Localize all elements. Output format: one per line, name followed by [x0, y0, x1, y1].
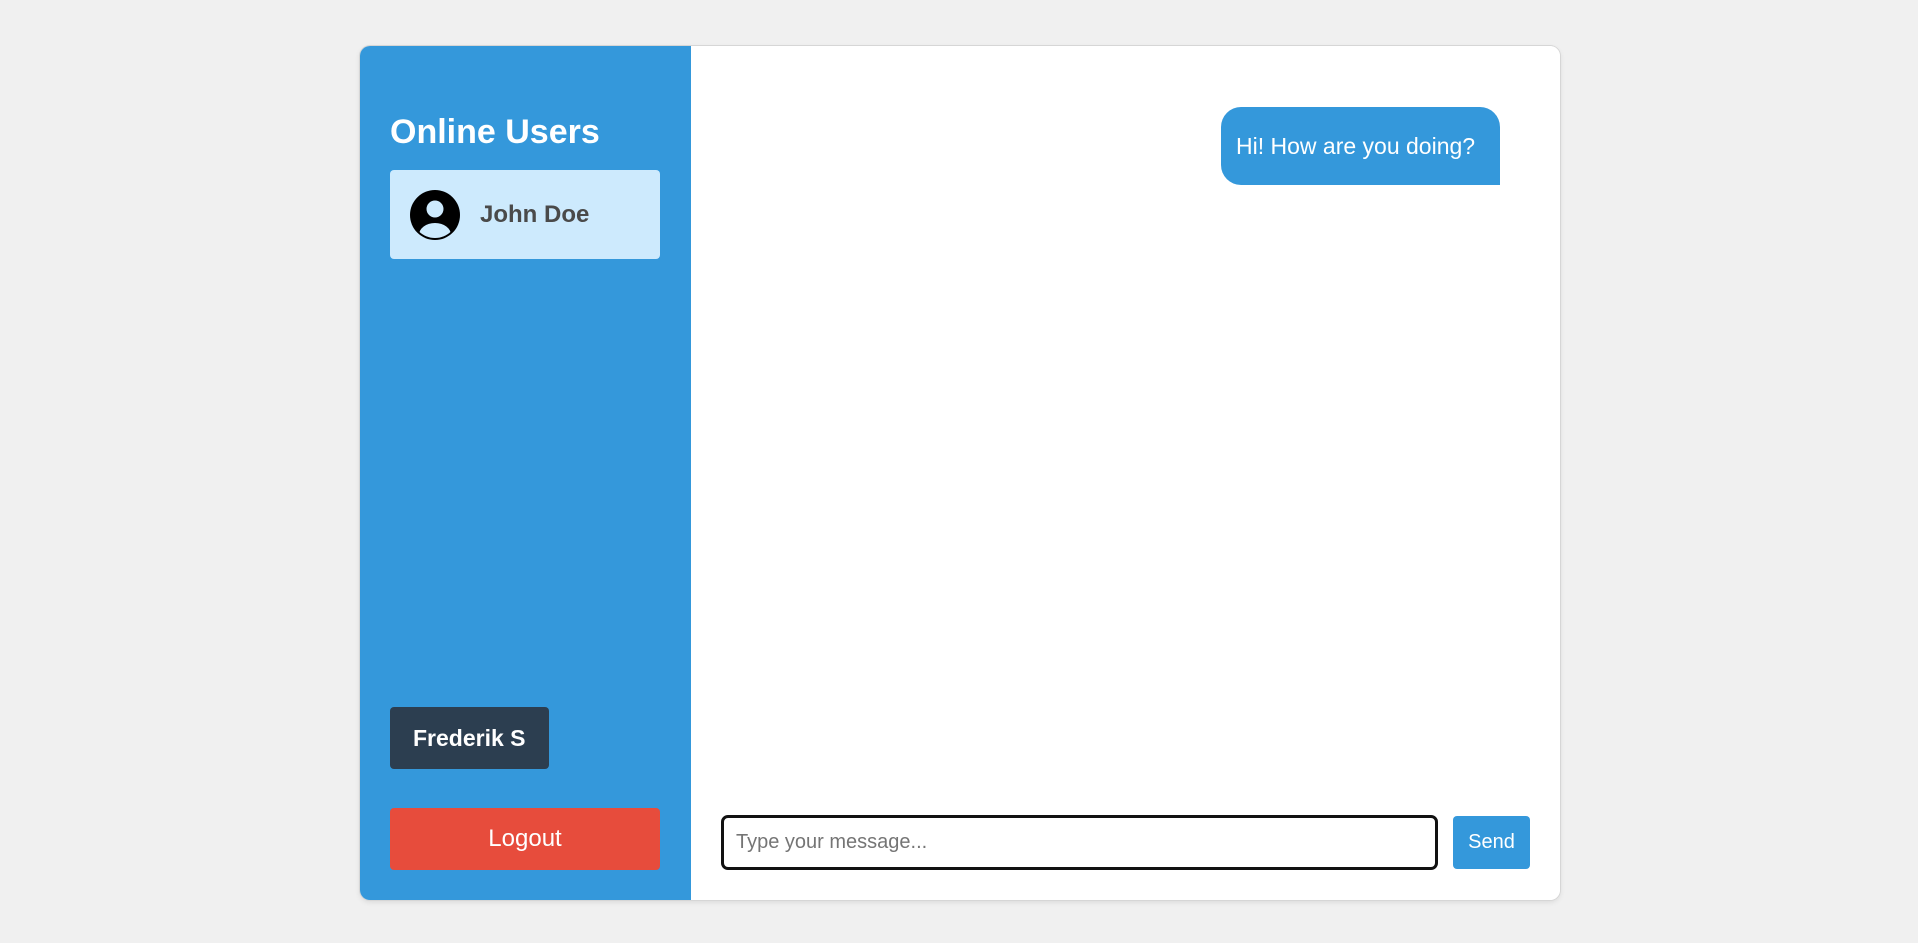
online-user-list: John Doe	[390, 170, 660, 259]
current-user-badge: Frederik S	[390, 707, 549, 769]
sidebar-title: Online Users	[390, 113, 600, 151]
user-name: John Doe	[480, 200, 590, 228]
sidebar: Online Users John Doe Frederik S Logout	[360, 46, 691, 900]
chat-main: Hi! How are you doing? Send	[691, 46, 1560, 900]
user-avatar-icon	[408, 188, 462, 242]
chat-app: Online Users John Doe Frederik S Logout …	[360, 46, 1560, 900]
send-button[interactable]: Send	[1453, 816, 1530, 869]
chat-message-sent: Hi! How are you doing?	[1221, 107, 1500, 185]
message-input[interactable]	[721, 815, 1438, 870]
logout-button[interactable]: Logout	[390, 808, 660, 870]
user-item-john-doe[interactable]: John Doe	[390, 170, 660, 259]
message-composer: Send	[721, 815, 1530, 870]
